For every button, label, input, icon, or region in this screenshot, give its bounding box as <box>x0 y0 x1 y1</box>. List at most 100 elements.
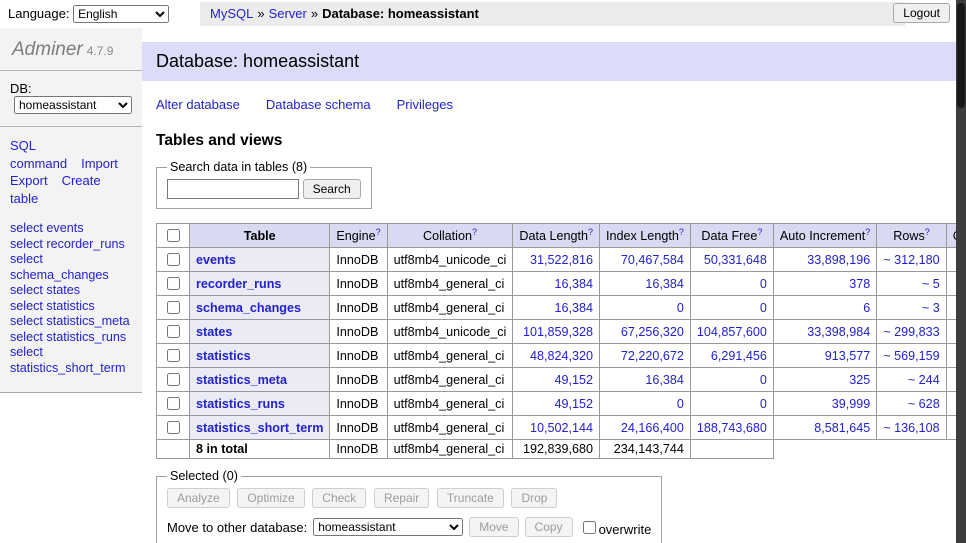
data-free-link[interactable]: 0 <box>697 301 767 315</box>
app-name[interactable]: Adminer <box>12 39 83 60</box>
vertical-scrollbar[interactable] <box>956 0 966 543</box>
sidebar-link-export[interactable]: Export <box>10 173 48 188</box>
sidebar-item-select-statistics-short-term[interactable]: select statistics_short_term <box>10 345 132 376</box>
index-length-link[interactable]: 24,166,400 <box>606 421 684 435</box>
sidebar-item-select-statistics[interactable]: select statistics <box>10 299 132 314</box>
table-link[interactable]: statistics <box>196 349 251 363</box>
row-checkbox[interactable] <box>167 349 180 362</box>
sidebar-link-import[interactable]: Import <box>81 156 118 171</box>
row-checkbox[interactable] <box>167 301 180 314</box>
select-all-checkbox[interactable] <box>167 229 180 242</box>
table-row: events InnoDB utf8mb4_unicode_ci 31,522,… <box>157 248 966 272</box>
rows-link[interactable]: ~ 299,833 <box>883 325 939 339</box>
help-link[interactable]: ? <box>925 227 930 237</box>
sidebar-item-select-schema-changes[interactable]: select schema_changes <box>10 252 132 283</box>
move-db-select[interactable]: homeassistant <box>313 518 463 536</box>
auto-increment-link[interactable]: 378 <box>780 277 870 291</box>
language-select[interactable]: English <box>73 5 169 23</box>
sidebar-item-select-statistics-meta[interactable]: select statistics_meta <box>10 314 132 329</box>
sidebar-item-select-statistics-runs[interactable]: select statistics_runs <box>10 330 132 345</box>
auto-increment-link[interactable]: 8,581,645 <box>780 421 870 435</box>
data-length-link[interactable]: 48,824,320 <box>519 349 593 363</box>
overwrite-checkbox[interactable] <box>583 521 596 534</box>
table-link[interactable]: statistics_short_term <box>196 421 323 435</box>
table-link[interactable]: events <box>196 253 236 267</box>
repair-button[interactable]: Repair <box>374 488 429 508</box>
data-free-link[interactable]: 104,857,600 <box>697 325 767 339</box>
search-button[interactable]: Search <box>303 179 361 199</box>
drop-button[interactable]: Drop <box>511 488 557 508</box>
data-free-link[interactable]: 50,331,648 <box>697 253 767 267</box>
optimize-button[interactable]: Optimize <box>237 488 304 508</box>
breadcrumb-mysql-link[interactable]: MySQL <box>210 6 253 21</box>
copy-button[interactable]: Copy <box>525 517 573 537</box>
data-length-link[interactable]: 49,152 <box>519 373 593 387</box>
data-free-link[interactable]: 0 <box>697 373 767 387</box>
auto-increment-link[interactable]: 33,898,196 <box>780 253 870 267</box>
help-link[interactable]: ? <box>679 227 684 237</box>
search-input[interactable] <box>167 179 299 199</box>
index-length-link[interactable]: 0 <box>606 397 684 411</box>
index-length-link[interactable]: 72,220,672 <box>606 349 684 363</box>
sidebar-item-select-states[interactable]: select states <box>10 283 132 298</box>
data-length-link[interactable]: 101,859,328 <box>519 325 593 339</box>
auto-increment-link[interactable]: 325 <box>780 373 870 387</box>
data-length-link[interactable]: 16,384 <box>519 277 593 291</box>
index-length-link[interactable]: 16,384 <box>606 277 684 291</box>
data-free-link[interactable]: 0 <box>697 277 767 291</box>
help-link[interactable]: ? <box>376 227 381 237</box>
data-free-link[interactable]: 188,743,680 <box>697 421 767 435</box>
help-link[interactable]: ? <box>588 227 593 237</box>
privileges-link[interactable]: Privileges <box>397 97 453 112</box>
db-select[interactable]: homeassistant <box>14 96 132 114</box>
row-checkbox[interactable] <box>167 325 180 338</box>
breadcrumb-server-link[interactable]: Server <box>269 6 307 21</box>
logout-button[interactable]: Logout <box>893 3 950 23</box>
rows-link[interactable]: ~ 136,108 <box>883 421 939 435</box>
auto-increment-link[interactable]: 6 <box>780 301 870 315</box>
scrollbar-thumb[interactable] <box>957 3 965 108</box>
main-content: Database: homeassistant Alter databaseDa… <box>142 28 966 543</box>
table-link[interactable]: states <box>196 325 232 339</box>
row-checkbox[interactable] <box>167 421 180 434</box>
table-link[interactable]: statistics_meta <box>196 373 287 387</box>
row-checkbox[interactable] <box>167 277 180 290</box>
sidebar-item-select-recorder-runs[interactable]: select recorder_runs <box>10 237 132 252</box>
help-link[interactable]: ? <box>472 227 477 237</box>
rows-link[interactable]: ~ 312,180 <box>883 253 939 267</box>
help-link[interactable]: ? <box>865 227 870 237</box>
row-checkbox[interactable] <box>167 253 180 266</box>
table-link[interactable]: recorder_runs <box>196 277 281 291</box>
index-length-link[interactable]: 70,467,584 <box>606 253 684 267</box>
auto-increment-link[interactable]: 39,999 <box>780 397 870 411</box>
data-free-link[interactable]: 0 <box>697 397 767 411</box>
rows-link[interactable]: ~ 569,159 <box>883 349 939 363</box>
move-button[interactable]: Move <box>469 517 518 537</box>
sidebar-link-sql-command[interactable]: SQL command <box>10 138 67 171</box>
rows-link[interactable]: ~ 628 <box>883 397 939 411</box>
auto-increment-link[interactable]: 913,577 <box>780 349 870 363</box>
rows-link[interactable]: ~ 244 <box>883 373 939 387</box>
row-checkbox[interactable] <box>167 373 180 386</box>
data-free-link[interactable]: 6,291,456 <box>697 349 767 363</box>
alter-database-link[interactable]: Alter database <box>156 97 240 112</box>
analyze-button[interactable]: Analyze <box>167 488 230 508</box>
truncate-button[interactable]: Truncate <box>437 488 504 508</box>
rows-link[interactable]: ~ 3 <box>883 301 939 315</box>
data-length-link[interactable]: 49,152 <box>519 397 593 411</box>
data-length-link[interactable]: 16,384 <box>519 301 593 315</box>
row-checkbox[interactable] <box>167 397 180 410</box>
data-length-link[interactable]: 10,502,144 <box>519 421 593 435</box>
sidebar-item-select-events[interactable]: select events <box>10 221 132 236</box>
index-length-link[interactable]: 0 <box>606 301 684 315</box>
index-length-link[interactable]: 67,256,320 <box>606 325 684 339</box>
database-schema-link[interactable]: Database schema <box>266 97 371 112</box>
help-link[interactable]: ? <box>757 227 762 237</box>
table-link[interactable]: schema_changes <box>196 301 301 315</box>
data-length-link[interactable]: 31,522,816 <box>519 253 593 267</box>
table-link[interactable]: statistics_runs <box>196 397 285 411</box>
auto-increment-link[interactable]: 33,398,984 <box>780 325 870 339</box>
rows-link[interactable]: ~ 5 <box>883 277 939 291</box>
index-length-link[interactable]: 16,384 <box>606 373 684 387</box>
check-button[interactable]: Check <box>312 488 366 508</box>
